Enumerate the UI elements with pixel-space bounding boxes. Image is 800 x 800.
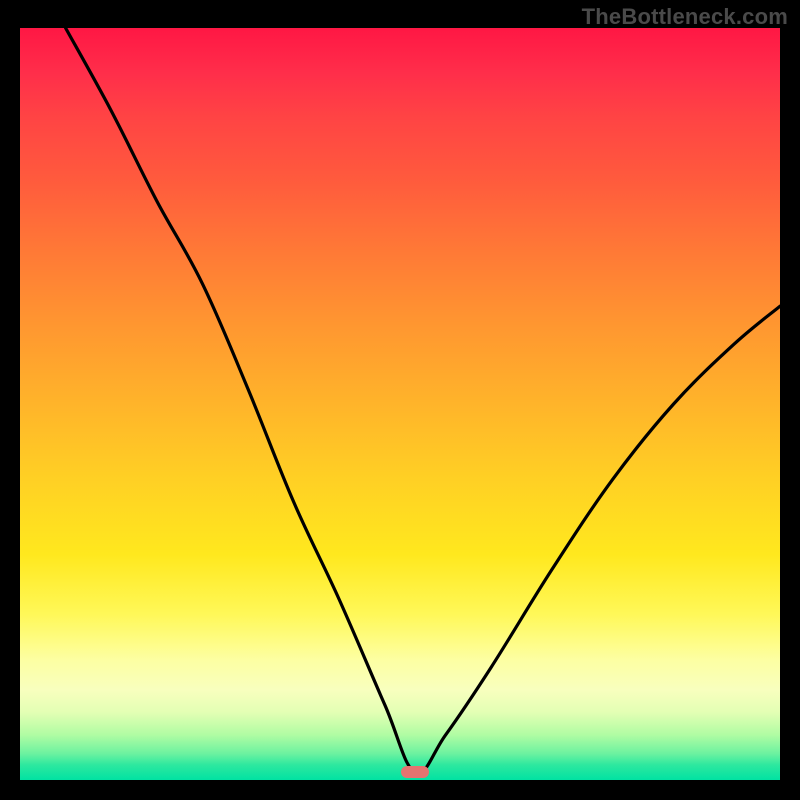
minimum-marker — [401, 766, 429, 778]
bottleneck-curve — [20, 28, 780, 780]
plot-area — [20, 28, 780, 780]
watermark-text: TheBottleneck.com — [582, 4, 788, 30]
curve-path — [66, 28, 780, 773]
chart-frame: TheBottleneck.com — [0, 0, 800, 800]
